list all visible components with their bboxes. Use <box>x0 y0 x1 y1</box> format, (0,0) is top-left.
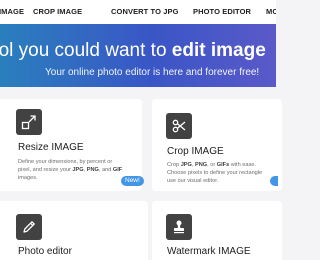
desc-line: pixel, and resize your JPG, PNG, and GIF <box>18 166 122 174</box>
desc-text: , or <box>207 162 217 168</box>
nav-item-more[interactable]: MO <box>266 7 276 16</box>
desc-line: Crop JPG, PNG, or GIFs with ease. <box>167 161 262 169</box>
desc-format: JPG <box>180 162 192 168</box>
tool-card-resize[interactable]: Resize IMAGE Define your dimensions, by … <box>0 99 142 191</box>
desc-line: images. <box>18 175 38 181</box>
new-badge: New! <box>121 176 144 186</box>
desc-text: Crop <box>167 162 181 168</box>
desc-text: pixel, and resize your <box>18 167 73 173</box>
desc-format: JPG <box>72 167 84 173</box>
card-title: Crop IMAGE <box>167 146 224 157</box>
desc-line: Choose pixels to define your rectangle <box>167 170 263 176</box>
card-title: Watermark IMAGE <box>167 246 251 257</box>
nav-item-convert-to-jpg[interactable]: CONVERT TO JPG <box>111 7 179 16</box>
hero-title-text: ool you could want to <box>0 40 172 61</box>
desc-format: PNG <box>86 167 99 173</box>
hero-title-emphasis: edit image <box>171 40 266 61</box>
nav-item-crop-image[interactable]: CROP IMAGE <box>33 7 82 16</box>
tool-card-crop[interactable]: Crop IMAGE Crop JPG, PNG, or GIFs with e… <box>152 99 282 191</box>
card-title: Photo editor <box>18 246 72 257</box>
desc-format: GIFs <box>216 162 230 168</box>
desc-text: with ease. <box>229 162 256 168</box>
resize-icon <box>16 109 42 135</box>
pencil-icon <box>16 214 42 240</box>
top-nav: IMAGE CROP IMAGE CONVERT TO JPG PHOTO ED… <box>0 0 276 24</box>
nav-item-resize-image[interactable]: IMAGE <box>0 7 24 16</box>
nav-item-photo-editor[interactable]: PHOTO EDITOR <box>193 7 251 16</box>
desc-line: use our visual editor. <box>167 178 219 184</box>
tool-card-photo-editor[interactable]: Photo editor <box>0 201 148 260</box>
scissors-icon <box>166 113 192 139</box>
new-badge-partial <box>270 176 278 186</box>
stamp-icon <box>166 214 192 240</box>
hero-subtitle: Your online photo editor is here and for… <box>45 67 260 78</box>
desc-text: , and <box>98 167 113 173</box>
card-description: Define your dimensions, by percent or pi… <box>18 158 122 182</box>
hero-banner: ool you could want to edit image Your on… <box>0 24 276 87</box>
card-description: Crop JPG, PNG, or GIFs with ease. Choose… <box>167 161 262 185</box>
desc-format: GIF <box>112 167 123 173</box>
hero-title: ool you could want to edit image <box>0 40 266 62</box>
tool-card-watermark[interactable]: Watermark IMAGE <box>152 201 282 260</box>
card-title: Resize IMAGE <box>18 142 84 153</box>
desc-format: PNG <box>195 162 208 168</box>
desc-line: Define your dimensions, by percent or <box>18 159 113 165</box>
